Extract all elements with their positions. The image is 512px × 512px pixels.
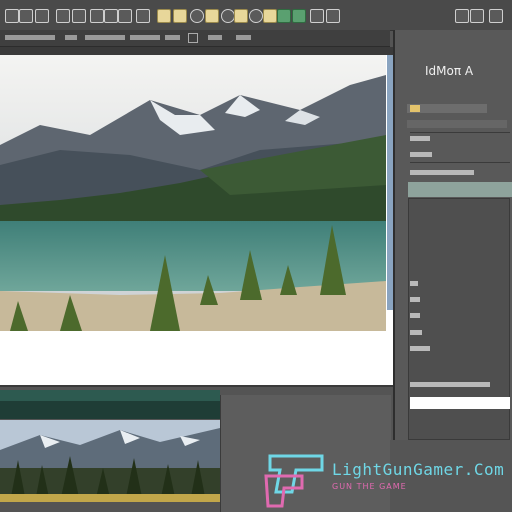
tool-icon[interactable]: [118, 9, 132, 23]
circle-icon[interactable]: [249, 9, 263, 23]
tool-icon[interactable]: [56, 9, 70, 23]
tool-icon[interactable]: [326, 9, 340, 23]
tool-icon[interactable]: [72, 9, 86, 23]
watermark: LightGunGamer.Com GUN THE GAME: [262, 448, 512, 512]
tool-icon[interactable]: [90, 9, 104, 23]
panel-label: [410, 313, 420, 318]
panel-row[interactable]: [407, 120, 507, 128]
photo-icon[interactable]: [157, 9, 171, 23]
panel-divider: [410, 162, 510, 163]
photo-icon[interactable]: [234, 9, 248, 23]
filmstrip-thumbnail[interactable]: [0, 420, 220, 502]
window-icon[interactable]: [470, 9, 484, 23]
panel-divider: [410, 132, 510, 133]
landscape-photo: [0, 55, 386, 331]
photo-icon[interactable]: [173, 9, 187, 23]
option-item[interactable]: [65, 35, 77, 40]
close-icon[interactable]: [489, 9, 503, 23]
panel-label: [410, 297, 420, 302]
option-item[interactable]: [85, 35, 125, 40]
panel-label: [410, 136, 430, 141]
option-item[interactable]: [165, 35, 180, 40]
option-bar: [0, 30, 390, 47]
color-swatch[interactable]: [408, 182, 512, 197]
tool-icon[interactable]: [35, 9, 49, 23]
grid-icon[interactable]: [277, 9, 291, 23]
option-item[interactable]: [130, 35, 160, 40]
photo-icon[interactable]: [263, 9, 277, 23]
window-icon[interactable]: [455, 9, 469, 23]
option-item[interactable]: [208, 35, 222, 40]
option-item[interactable]: [5, 35, 55, 40]
tool-icon[interactable]: [310, 9, 324, 23]
watermark-subtitle: GUN THE GAME: [332, 482, 407, 491]
panel-input[interactable]: [410, 397, 510, 409]
panel-label: [410, 281, 418, 286]
watermark-title: LightGunGamer.Com: [332, 460, 505, 479]
panel-header: IdMoπ A: [425, 64, 474, 78]
tool-icon[interactable]: [136, 9, 150, 23]
panel-label: [410, 170, 474, 175]
panel-label: [410, 346, 430, 351]
panel-label: [410, 330, 422, 335]
circle-icon[interactable]: [190, 9, 204, 23]
panel-tab-icon[interactable]: [410, 105, 420, 112]
gun-logo-icon: [264, 454, 324, 508]
panel-label: [410, 152, 432, 157]
grid-icon[interactable]: [292, 9, 306, 23]
tool-icon[interactable]: [19, 9, 33, 23]
tool-icon[interactable]: [5, 9, 19, 23]
checkbox[interactable]: [188, 33, 198, 43]
tool-icon[interactable]: [104, 9, 118, 23]
filmstrip-track: [0, 401, 220, 419]
panel-label: [410, 382, 490, 387]
circle-icon[interactable]: [221, 9, 235, 23]
photo-icon[interactable]: [205, 9, 219, 23]
option-item[interactable]: [236, 35, 251, 40]
top-toolbar: [0, 0, 512, 31]
